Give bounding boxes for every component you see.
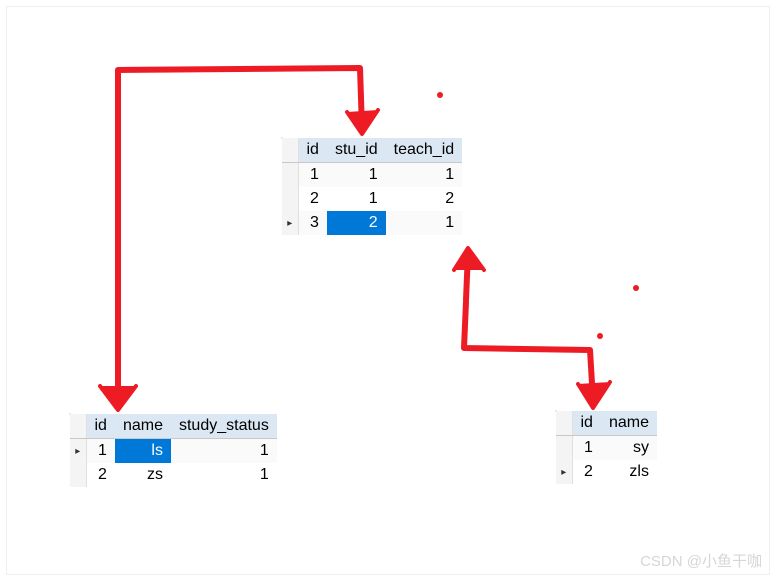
- junction-table[interactable]: id stu_id teach_id 1 1 1 2 1 2 ▸ 3 2 1: [282, 138, 462, 235]
- cell-name[interactable]: sy: [601, 436, 657, 461]
- col-name[interactable]: name: [601, 411, 657, 436]
- col-id[interactable]: id: [298, 138, 327, 163]
- row-marker: [282, 163, 298, 188]
- cell-id[interactable]: 1: [298, 163, 327, 188]
- row-marker: [556, 436, 572, 461]
- col-study-status[interactable]: study_status: [171, 414, 277, 439]
- cell-id[interactable]: 1: [572, 436, 601, 461]
- cell-id[interactable]: 2: [86, 463, 115, 487]
- table-header-row: id stu_id teach_id: [282, 138, 462, 163]
- watermark: CSDN @小鱼干咖: [640, 550, 762, 571]
- cell-stu-id[interactable]: 1: [327, 163, 386, 188]
- col-id[interactable]: id: [572, 411, 601, 436]
- col-stu-id[interactable]: stu_id: [327, 138, 386, 163]
- cell-name[interactable]: zs: [115, 463, 171, 487]
- cell-name[interactable]: zls: [601, 460, 657, 484]
- table-row[interactable]: 2 1 2: [282, 187, 462, 211]
- row-marker: ▸: [282, 211, 298, 235]
- cell-id[interactable]: 2: [572, 460, 601, 484]
- cell-stu-id[interactable]: 1: [327, 187, 386, 211]
- teacher-table[interactable]: id name 1 sy ▸ 2 zls: [556, 411, 657, 484]
- table-row[interactable]: ▸ 2 zls: [556, 460, 657, 484]
- cell-teach-id[interactable]: 1: [386, 163, 463, 188]
- table-row[interactable]: 2 zs 1: [70, 463, 277, 487]
- cell-teach-id[interactable]: 1: [386, 211, 463, 235]
- col-name[interactable]: name: [115, 414, 171, 439]
- col-id[interactable]: id: [86, 414, 115, 439]
- row-marker-header: [70, 414, 86, 439]
- student-table[interactable]: id name study_status ▸ 1 ls 1 2 zs 1: [70, 414, 277, 487]
- row-marker-header: [556, 411, 572, 436]
- cell-name[interactable]: ls: [115, 439, 171, 464]
- row-marker: [70, 463, 86, 487]
- row-marker: ▸: [556, 460, 572, 484]
- cell-id[interactable]: 2: [298, 187, 327, 211]
- table-header-row: id name study_status: [70, 414, 277, 439]
- cell-id[interactable]: 3: [298, 211, 327, 235]
- cell-study-status[interactable]: 1: [171, 439, 277, 464]
- cell-study-status[interactable]: 1: [171, 463, 277, 487]
- row-marker-header: [282, 138, 298, 163]
- table-header-row: id name: [556, 411, 657, 436]
- table-row[interactable]: ▸ 3 2 1: [282, 211, 462, 235]
- col-teach-id[interactable]: teach_id: [386, 138, 463, 163]
- table-row[interactable]: 1 1 1: [282, 163, 462, 188]
- table-row[interactable]: 1 sy: [556, 436, 657, 461]
- cell-id[interactable]: 1: [86, 439, 115, 464]
- cell-stu-id[interactable]: 2: [327, 211, 386, 235]
- cell-teach-id[interactable]: 2: [386, 187, 463, 211]
- row-marker: ▸: [70, 439, 86, 464]
- row-marker: [282, 187, 298, 211]
- diagram-frame: [6, 6, 770, 575]
- table-row[interactable]: ▸ 1 ls 1: [70, 439, 277, 464]
